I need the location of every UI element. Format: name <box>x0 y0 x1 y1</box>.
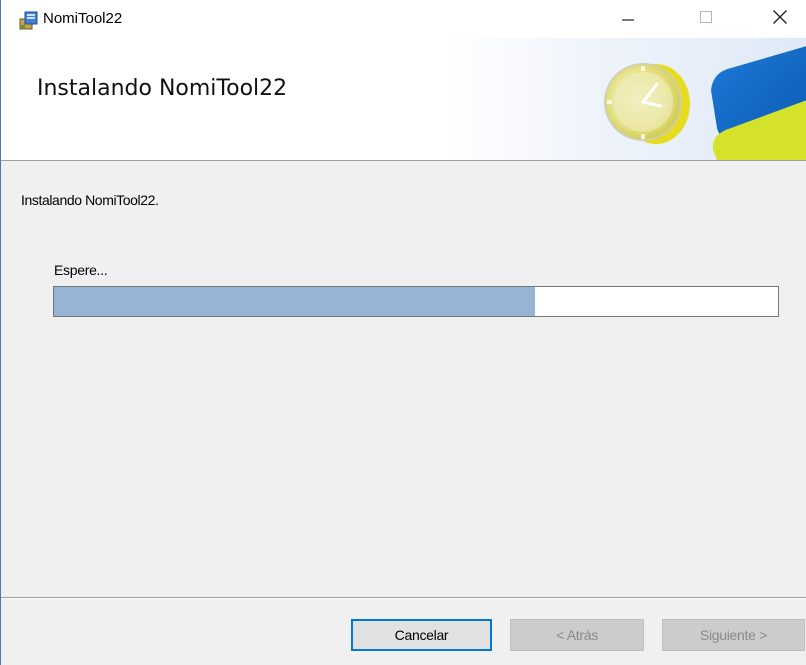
installer-package-icon <box>19 10 39 30</box>
back-button[interactable]: < Atrás <box>510 619 644 651</box>
next-button[interactable]: Siguiente > <box>662 619 805 651</box>
cancel-button[interactable]: Cancelar <box>351 619 492 651</box>
close-button[interactable] <box>757 0 803 38</box>
header-banner: Instalando NomiTool22 <box>1 38 806 161</box>
maximize-icon <box>699 10 713 29</box>
title-bar[interactable]: NomiTool22 <box>1 0 806 38</box>
window-title: NomiTool22 <box>43 10 123 27</box>
status-text: Instalando NomiTool22. <box>21 192 159 208</box>
footer-divider-highlight <box>1 598 806 599</box>
installer-window: NomiTool22 Instalando NomiTool22 Instala… <box>0 0 806 665</box>
progress-bar <box>53 286 779 317</box>
progress-fill <box>54 287 536 316</box>
maximize-button[interactable] <box>683 0 729 38</box>
minimize-button[interactable] <box>605 0 651 38</box>
page-title: Instalando NomiTool22 <box>37 76 288 101</box>
clock-icon <box>604 63 682 141</box>
close-icon <box>772 9 788 30</box>
banner-graphic <box>561 38 806 160</box>
minimize-icon <box>621 10 635 29</box>
wait-label: Espere... <box>54 262 108 278</box>
